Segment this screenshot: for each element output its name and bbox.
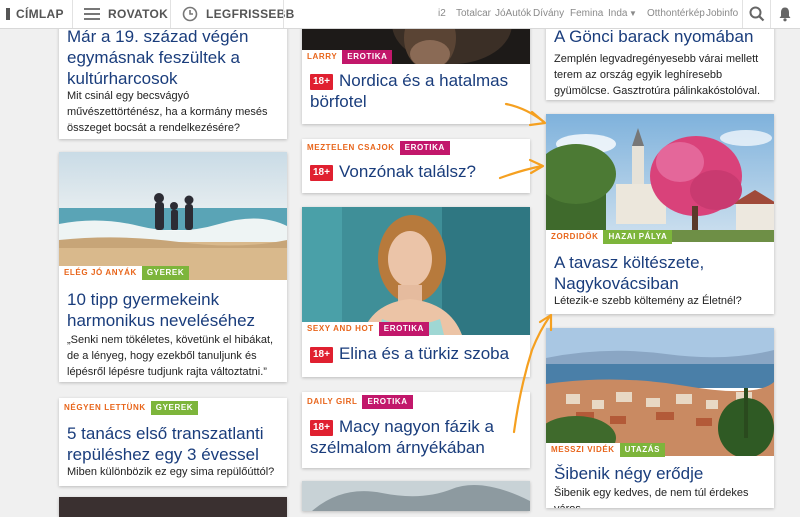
article-card[interactable] xyxy=(59,497,287,517)
ext-link-totalcar[interactable]: Totalcar xyxy=(456,0,491,28)
article-lead: Šibenik egy kedves, de nem túl érdekes v… xyxy=(554,487,749,508)
search-icon xyxy=(749,6,765,22)
article-title[interactable]: 5 tanács első transzatlanti repüléshez e… xyxy=(67,423,279,465)
article-title[interactable]: 18+ Macy nagyon fázik a szélmalom árnyéká… xyxy=(310,416,522,458)
article-card[interactable]: Már a 19. század végén egymásnak feszült… xyxy=(59,16,287,139)
home-link[interactable]: CÍMLAP xyxy=(6,0,68,28)
article-image-teal-room[interactable] xyxy=(302,207,530,335)
article-card[interactable]: SEXY AND HOT EROTIKA 18+ Elina és a türki… xyxy=(302,207,530,377)
category-tag[interactable]: EROTIKA xyxy=(378,322,429,336)
article-image-church-blossom[interactable] xyxy=(546,114,774,242)
clock-icon xyxy=(182,6,198,22)
top-navigation-bar: CÍMLAP ROVATOK LEGFRISSEBB i2 Totalcar J… xyxy=(0,0,800,29)
blog-tag[interactable]: MEZTELEN CSAJOK xyxy=(302,141,400,155)
search-button[interactable] xyxy=(744,0,770,28)
article-lead: „Senki nem tökéletes, követünk el hibáka… xyxy=(67,334,274,378)
adult-badge: 18+ xyxy=(310,420,333,436)
latest-label: LEGFRISSEBB xyxy=(206,7,295,21)
article-tags: MESSZI VIDÉK UTAZÁS xyxy=(546,443,666,457)
article-tags: NÉGYEN LETTÜNK GYEREK xyxy=(59,401,199,415)
blog-tag[interactable]: DAILY GIRL xyxy=(302,395,363,409)
adult-badge: 18+ xyxy=(310,347,333,363)
article-title[interactable]: 10 tipp gyermekeink harmonikus neveléséh… xyxy=(67,289,279,331)
article-tags: MEZTELEN CSAJOK EROTIKA xyxy=(302,141,450,155)
ext-link-inda[interactable]: Inda xyxy=(608,0,627,28)
article-card[interactable] xyxy=(302,481,530,511)
category-tag[interactable]: EROTIKA xyxy=(399,141,450,155)
article-title[interactable]: A Gönci barack nyomában xyxy=(554,26,766,47)
article-card[interactable]: DAILY GIRL EROTIKA 18+ Macy nagyon fázik … xyxy=(302,392,530,468)
article-title[interactable]: 18+ Elina és a türkiz szoba xyxy=(310,343,522,364)
article-title[interactable]: Már a 19. század végén egymásnak feszült… xyxy=(67,26,279,89)
article-title-text: Nordica és a hatalmas börfotel xyxy=(310,71,509,111)
article-tags: LARRY EROTIKA xyxy=(302,50,393,64)
article-card[interactable]: LARRY EROTIKA 18+ Nordica és a hatalmas b… xyxy=(302,14,530,124)
article-lead: Zemplén legvadregényesebb várai mellett … xyxy=(554,53,761,97)
category-tag[interactable]: GYEREK xyxy=(150,401,199,415)
category-tag[interactable]: GYEREK xyxy=(141,266,190,280)
article-title[interactable]: 18+ Vonzónak találsz? xyxy=(310,161,522,182)
article-card[interactable]: ELÉG JÓ ANYÁK GYEREK 10 tipp gyermekeink… xyxy=(59,152,287,382)
ext-link-otthonterkep[interactable]: Otthontérkép xyxy=(647,0,705,28)
article-card[interactable]: MEZTELEN CSAJOK EROTIKA 18+ Vonzónak talá… xyxy=(302,139,530,193)
ext-link-divany[interactable]: Dívány xyxy=(533,0,564,28)
article-tags: ZORDIDŐK HAZAI PÁLYA xyxy=(546,230,673,244)
article-image[interactable] xyxy=(59,497,287,517)
ext-link-joautok[interactable]: JóAutók xyxy=(495,0,531,28)
article-title[interactable]: A tavasz költészete, Nagykovácsiban xyxy=(554,252,766,294)
article-title[interactable]: 18+ Nordica és a hatalmas börfotel xyxy=(310,70,522,112)
chevron-down-icon: ▼ xyxy=(629,9,637,18)
article-lead: Miben különbözik ez egy sima repülőúttól… xyxy=(67,466,275,478)
category-tag[interactable]: HAZAI PÁLYA xyxy=(603,230,673,244)
article-lead: Mit csinál egy becsvágyó művészettörténé… xyxy=(67,90,268,134)
article-tags: SEXY AND HOT EROTIKA xyxy=(302,322,429,336)
latest-button[interactable]: LEGFRISSEBB xyxy=(182,0,295,28)
category-tag[interactable]: UTAZÁS xyxy=(619,443,666,457)
ext-link-jobinfo[interactable]: Jobinfo xyxy=(706,0,738,28)
article-title-text: Macy nagyon fázik a szélmalom árnyékában xyxy=(310,417,494,457)
article-title-text: Vonzónak találsz? xyxy=(338,162,477,181)
article-tags: DAILY GIRL EROTIKA xyxy=(302,395,413,409)
article-card[interactable]: NÉGYEN LETTÜNK GYEREK 5 tanács első tran… xyxy=(59,398,287,486)
blog-tag[interactable]: MESSZI VIDÉK xyxy=(546,443,620,457)
article-tags: ELÉG JÓ ANYÁK GYEREK xyxy=(59,266,190,280)
article-image-sibenik-coast[interactable] xyxy=(546,328,774,456)
sections-menu-button[interactable]: ROVATOK xyxy=(84,0,168,28)
hamburger-icon xyxy=(84,8,100,20)
article-card[interactable]: ZORDIDŐK HAZAI PÁLYA A tavasz költészete… xyxy=(546,114,774,314)
category-tag[interactable]: EROTIKA xyxy=(362,395,413,409)
blog-tag[interactable]: ZORDIDŐK xyxy=(546,230,604,244)
bell-icon xyxy=(779,7,791,22)
article-title-text: Elina és a türkiz szoba xyxy=(338,344,510,363)
adult-badge: 18+ xyxy=(310,165,333,181)
blog-tag[interactable]: SEXY AND HOT xyxy=(302,322,379,336)
home-label: CÍMLAP xyxy=(16,7,64,21)
adult-badge: 18+ xyxy=(310,74,333,90)
sections-label: ROVATOK xyxy=(108,7,169,21)
article-card[interactable]: MESSZI VIDÉK UTAZÁS Šibenik négy erődje … xyxy=(546,328,774,508)
article-image[interactable] xyxy=(302,481,530,511)
article-title[interactable]: Šibenik négy erődje xyxy=(554,463,766,484)
ext-link-femina[interactable]: Femina xyxy=(570,0,603,28)
blog-tag[interactable]: NÉGYEN LETTÜNK xyxy=(59,401,151,415)
notification-button[interactable] xyxy=(772,0,798,28)
home-marker-icon xyxy=(6,8,10,20)
blog-tag[interactable]: LARRY xyxy=(302,50,343,64)
blog-tag[interactable]: ELÉG JÓ ANYÁK xyxy=(59,266,142,280)
article-image-beach-family[interactable] xyxy=(59,152,287,280)
ext-link-i2[interactable]: i2 xyxy=(438,0,446,28)
article-lead: Létezik-e szebb költemény az Életnél? xyxy=(554,295,742,307)
category-tag[interactable]: EROTIKA xyxy=(342,50,393,64)
